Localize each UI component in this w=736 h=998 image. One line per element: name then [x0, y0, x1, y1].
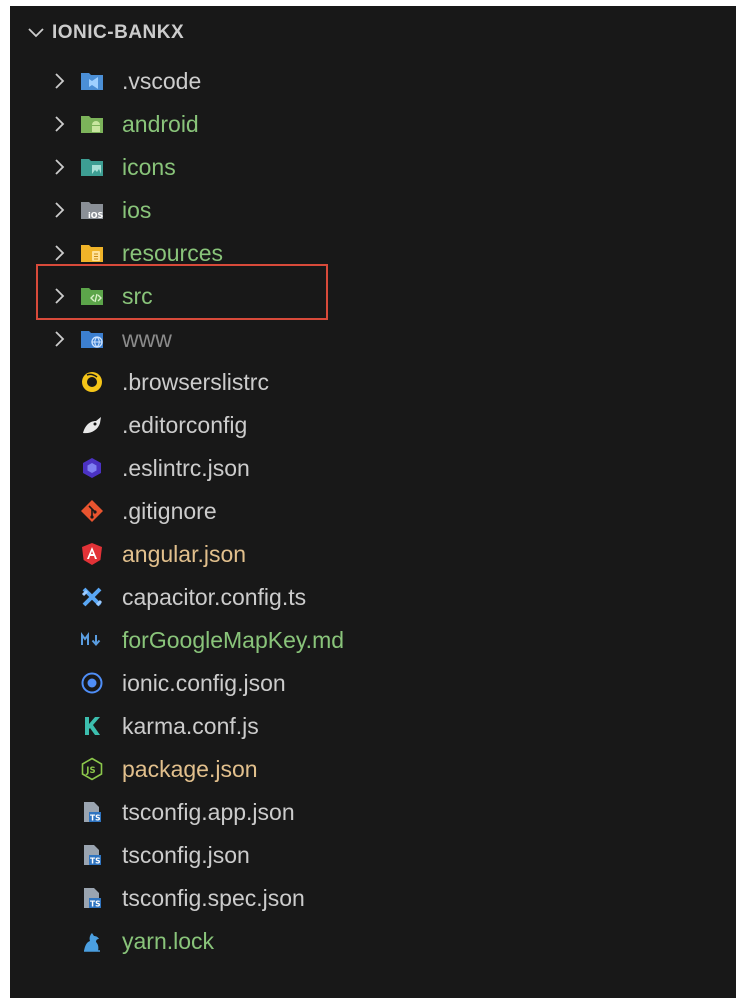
tree-item-label: ionic.config.json: [122, 670, 286, 696]
svg-text:iOS: iOS: [88, 211, 104, 220]
tree-item-gitignore[interactable]: .gitignore: [10, 491, 736, 531]
chevron-right-icon: [55, 73, 65, 89]
eslint-icon: [83, 458, 101, 478]
svg-text:TS: TS: [90, 900, 101, 909]
tree-item-label: src: [122, 283, 153, 309]
tree-item-src[interactable]: src: [10, 276, 736, 316]
chevron-right-icon: [55, 116, 65, 132]
tree-item-label: .gitignore: [122, 498, 217, 524]
nodejs-icon: JS: [81, 757, 103, 781]
tree-item-label: resources: [122, 240, 223, 266]
project-title: IONIC-BANKX: [52, 22, 185, 43]
ios-folder-icon: iOS: [81, 202, 104, 220]
tree-item-yarn-lock[interactable]: yarn.lock: [10, 921, 736, 961]
ionic-icon: [81, 672, 103, 694]
tree-item-label: icons: [122, 154, 176, 180]
karma-icon: [85, 717, 100, 735]
tree-item-resources[interactable]: resources: [10, 233, 736, 273]
tree-item-label: tsconfig.app.json: [122, 799, 295, 825]
tree-item-label: .vscode: [122, 68, 202, 94]
markdown-icon: [81, 632, 101, 647]
explorer-section-header[interactable]: IONIC-BANKX: [10, 18, 184, 48]
tree-item-editorconfig[interactable]: .editorconfig: [10, 405, 736, 445]
svg-text:JS: JS: [85, 766, 95, 776]
tree-item-www[interactable]: www: [10, 319, 736, 359]
svg-text:TS: TS: [90, 857, 101, 866]
chevron-right-icon: [55, 159, 65, 175]
git-icon: [81, 500, 103, 522]
tree-item-karma-conf[interactable]: karma.conf.js: [10, 706, 736, 746]
tree-item-label: www: [122, 326, 172, 352]
chevron-right-icon: [55, 331, 65, 347]
tree-item-label: tsconfig.spec.json: [122, 885, 305, 911]
capacitor-icon: [81, 587, 103, 607]
tree-item-eslintrc[interactable]: .eslintrc.json: [10, 448, 736, 488]
tree-item-label: android: [122, 111, 199, 137]
file-explorer: IONIC-BANKX .vscode android icons iOS io…: [10, 6, 736, 998]
tree-item-label: yarn.lock: [122, 928, 215, 954]
yarn-icon: [84, 933, 100, 952]
tree-item-label: tsconfig.json: [122, 842, 250, 868]
tree-item-ios[interactable]: iOS ios: [10, 190, 736, 230]
tree-item-browserslistrc[interactable]: .browserslistrc: [10, 362, 736, 402]
tree-item-markdown[interactable]: forGoogleMapKey.md: [10, 620, 736, 660]
tree-item-vscode[interactable]: .vscode: [10, 61, 736, 101]
chevron-right-icon: [55, 245, 65, 261]
tree-item-label: karma.conf.js: [122, 713, 259, 739]
tree-item-label: .eslintrc.json: [122, 455, 250, 481]
angular-icon: [82, 543, 102, 565]
tree-item-capacitor-config[interactable]: capacitor.config.ts: [10, 577, 736, 617]
vscode-folder-icon: [81, 73, 103, 90]
android-folder-icon: [81, 116, 103, 133]
src-folder-icon: [81, 288, 103, 305]
images-folder-icon: [81, 159, 103, 176]
tree-item-android[interactable]: android: [10, 104, 736, 144]
tree-item-angular-json[interactable]: angular.json: [10, 534, 736, 574]
tree-item-label: .browserslistrc: [122, 369, 269, 395]
tree-item-label: angular.json: [122, 541, 247, 567]
tsconfig-icon: TS: [84, 802, 101, 823]
tree-item-label: .editorconfig: [122, 412, 248, 438]
chevron-down-icon: [28, 28, 44, 38]
tree-item-tsconfig-app[interactable]: TS tsconfig.app.json: [10, 792, 736, 832]
tree-item-tsconfig[interactable]: TS tsconfig.json: [10, 835, 736, 875]
tsconfig-icon: TS: [84, 845, 101, 866]
tsconfig-icon: TS: [84, 888, 101, 909]
tree-item-tsconfig-spec[interactable]: TS tsconfig.spec.json: [10, 878, 736, 918]
www-folder-icon: [81, 331, 103, 348]
browserslist-icon: [82, 372, 102, 392]
tree-item-icons[interactable]: icons: [10, 147, 736, 187]
tree-item-package-json[interactable]: JS package.json: [10, 749, 736, 789]
chevron-right-icon: [55, 288, 65, 304]
editorconfig-icon: [83, 417, 101, 434]
tree-item-label: capacitor.config.ts: [122, 584, 307, 610]
chevron-right-icon: [55, 202, 65, 218]
tree-item-label: forGoogleMapKey.md: [122, 627, 345, 653]
resources-folder-icon: [81, 245, 103, 262]
tree-item-ionic-config[interactable]: ionic.config.json: [10, 663, 736, 703]
tree-item-label: package.json: [122, 756, 258, 782]
svg-text:TS: TS: [90, 814, 101, 823]
tree-item-label: ios: [122, 197, 152, 223]
